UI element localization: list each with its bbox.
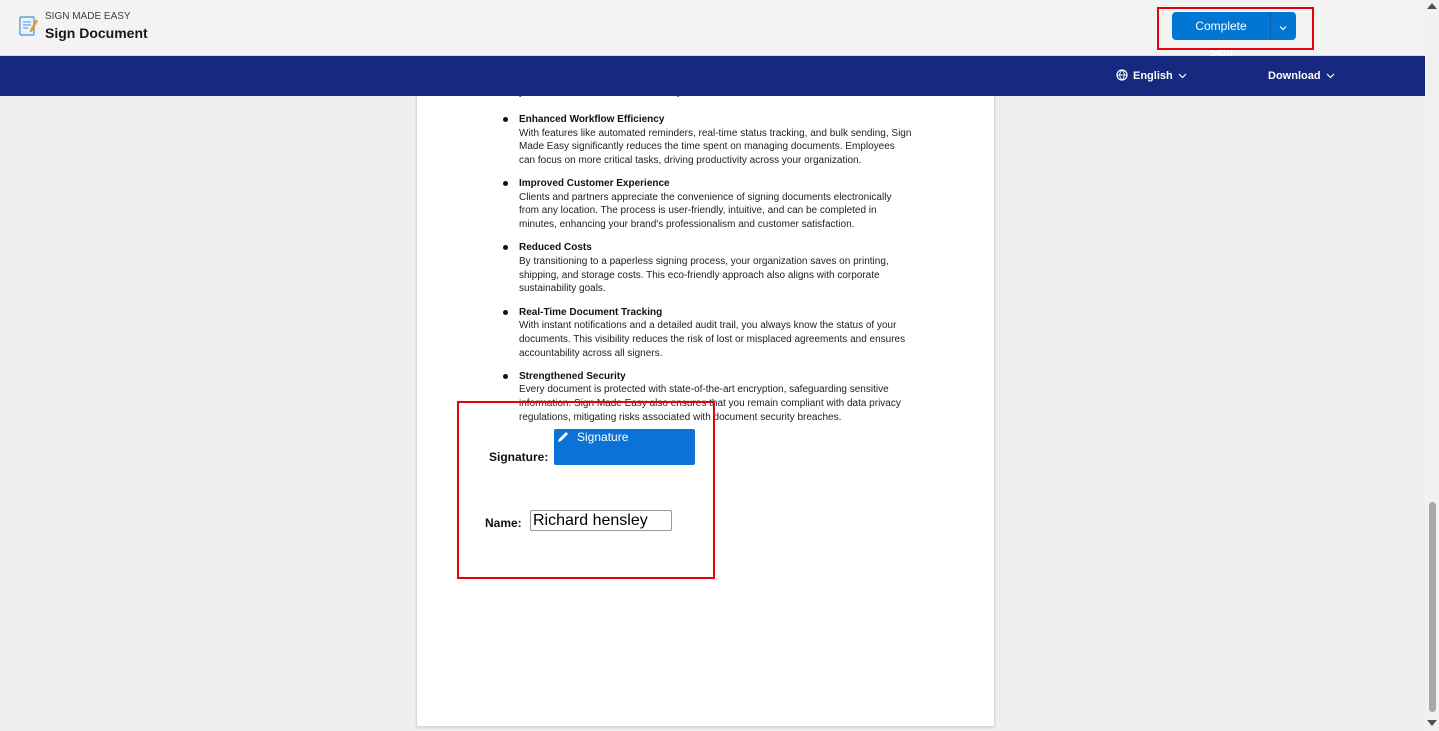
globe-icon: [1116, 68, 1128, 84]
highlight-box-complete-sign: [1157, 7, 1314, 50]
scroll-down-arrow-icon[interactable]: [1427, 720, 1437, 726]
list-item: Enhanced Workflow Efficiency With featur…: [502, 113, 932, 168]
bullet-dot: [503, 117, 508, 122]
body-line: minutes, enhancing your brand's professi…: [519, 219, 855, 231]
list-item-body: Clients and partners appreciate the conv…: [519, 191, 932, 232]
list-item-body: With features like automated reminders, …: [519, 127, 932, 168]
body-line: sustainability goals.: [519, 283, 606, 295]
download-label: Download: [1268, 70, 1321, 82]
body-line: can focus on more critical tasks, drivin…: [519, 154, 862, 166]
body-line: With instant notifications and a detaile…: [519, 320, 897, 332]
scroll-up-arrow-icon[interactable]: [1427, 3, 1437, 9]
benefits-list: Enhanced Workflow Efficiency With featur…: [502, 113, 932, 434]
body-line: from any location. The process is user-f…: [519, 205, 877, 217]
body-line: By transitioning to a paperless signing …: [519, 255, 889, 267]
document-edit-icon: [18, 14, 38, 38]
body-line: Every document is protected with state-o…: [519, 384, 889, 396]
bullet-dot: [503, 245, 508, 251]
body-line: shipping, and storage costs. This eco-fr…: [519, 269, 880, 281]
body-line: With features like automated reminders, …: [519, 127, 912, 139]
page-title: Sign Document: [45, 25, 148, 41]
vertical-scrollbar[interactable]: [1425, 0, 1439, 731]
chevron-down-icon: [1326, 70, 1335, 82]
language-label: English: [1133, 70, 1173, 82]
scrollbar-thumb[interactable]: [1429, 502, 1436, 712]
language-selector[interactable]: English: [1116, 56, 1187, 96]
app-name: SIGN MADE EASY: [45, 11, 131, 22]
body-line: documents. This visibility reduces the r…: [519, 333, 906, 345]
body-line: accountability across all signers.: [519, 347, 663, 359]
nav-bar: English Download: [0, 56, 1425, 96]
list-item-title: Real-Time Document Tracking: [519, 306, 663, 318]
list-item-body: By transitioning to a paperless signing …: [519, 255, 932, 296]
list-item-title: Reduced Costs: [519, 242, 592, 254]
body-line: Made Easy significantly reduces the time…: [519, 141, 895, 153]
list-item-title: Enhanced Workflow Efficiency: [519, 114, 665, 125]
bullet-dot: [503, 309, 508, 315]
list-item: Improved Customer Experience Clients and…: [502, 177, 932, 232]
body-line: Clients and partners appreciate the conv…: [519, 191, 892, 203]
highlight-box-signature-area: [457, 401, 715, 579]
list-item-body: With instant notifications and a detaile…: [519, 319, 932, 360]
list-item: Real-Time Document Tracking With instant…: [502, 306, 932, 361]
bullet-dot: [503, 373, 508, 379]
list-item-title: Strengthened Security: [519, 370, 626, 382]
document-page: you to move business forward swiftly. En…: [416, 60, 995, 727]
chevron-down-icon: [1178, 70, 1187, 82]
bullet-dot: [503, 181, 508, 187]
list-item-title: Improved Customer Experience: [519, 178, 670, 190]
list-item: Reduced Costs By transitioning to a pape…: [502, 241, 932, 296]
download-menu[interactable]: Download: [1268, 56, 1335, 96]
